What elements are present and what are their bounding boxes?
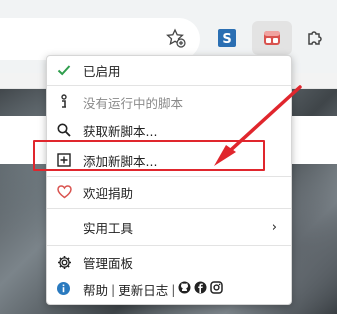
info-circle-icon xyxy=(56,281,72,297)
help-link[interactable]: 帮助 xyxy=(83,280,108,299)
extensions-puzzle-icon[interactable] xyxy=(302,25,328,51)
info-icon xyxy=(56,94,72,110)
menu-item-label: 已启用 xyxy=(83,63,121,79)
menu-item-enabled[interactable]: 已启用 xyxy=(47,57,291,83)
menu-divider xyxy=(47,176,291,177)
menu-item-no-running-scripts: 没有运行中的脚本 xyxy=(47,89,291,115)
changelog-link[interactable]: 更新日志 xyxy=(118,280,168,299)
footer-links: 帮助 | 更新日志 | xyxy=(83,280,224,299)
menu-item-utilities[interactable]: 实用工具 › xyxy=(47,214,291,240)
menu-item-dashboard[interactable]: 管理面板 xyxy=(47,249,291,275)
highlight-box xyxy=(33,140,265,171)
menu-item-label: 获取新脚本... xyxy=(83,123,158,139)
facebook-icon[interactable] xyxy=(194,281,207,297)
extension-popup-menu: 已启用 没有运行中的脚本 获取新脚本... 添加新脚本... 欢迎捐助 实用工具… xyxy=(46,55,292,305)
menu-footer: 帮助 | 更新日志 | xyxy=(47,278,291,300)
menu-item-donate[interactable]: 欢迎捐助 xyxy=(47,179,291,205)
menu-item-label: 欢迎捐助 xyxy=(83,185,134,201)
footer-separator: | xyxy=(111,281,116,297)
menu-divider xyxy=(47,208,291,209)
heart-icon xyxy=(56,184,72,200)
menu-item-label: 实用工具 xyxy=(83,220,134,236)
gear-icon xyxy=(56,254,72,270)
menu-item-label: 管理面板 xyxy=(83,255,134,271)
menu-divider xyxy=(47,85,291,86)
github-icon[interactable] xyxy=(178,281,191,297)
s-extension-icon[interactable]: S xyxy=(214,25,240,51)
svg-text:S: S xyxy=(222,32,231,47)
check-icon xyxy=(56,62,72,78)
menu-divider xyxy=(47,245,291,246)
bookmark-star-icon[interactable] xyxy=(163,25,189,51)
menu-item-label: 没有运行中的脚本 xyxy=(83,95,184,111)
search-icon xyxy=(56,122,72,138)
instagram-icon[interactable] xyxy=(210,281,224,297)
tampermonkey-extension-button[interactable] xyxy=(252,21,292,55)
chevron-right-icon: › xyxy=(271,219,277,235)
footer-separator: | xyxy=(171,281,176,297)
